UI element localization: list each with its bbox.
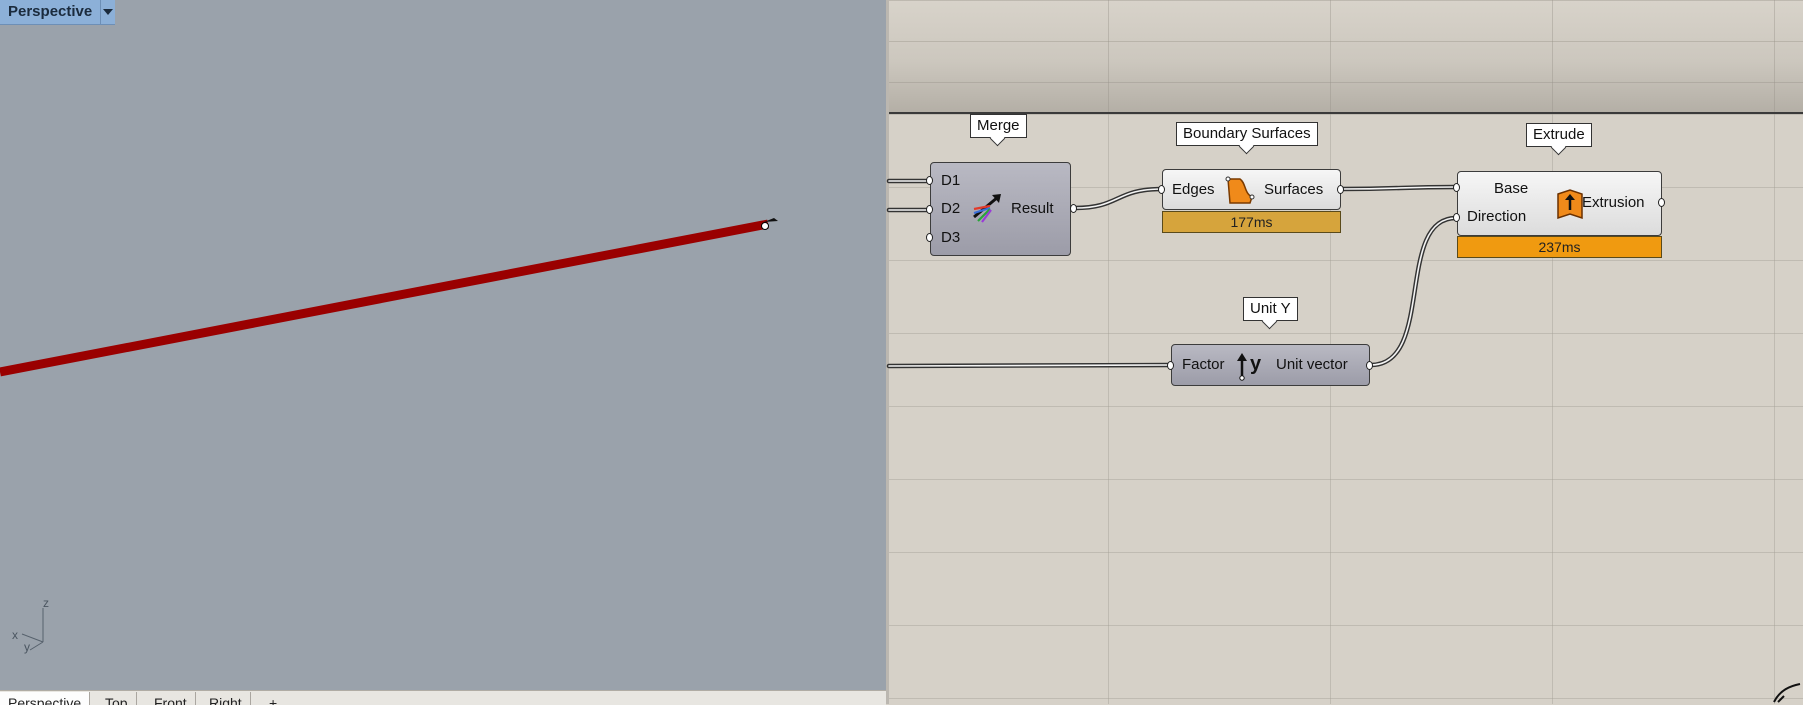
boundary-tag: Boundary Surfaces — [1176, 122, 1318, 146]
merge-icon — [973, 194, 1001, 223]
boundary-surfaces-component[interactable]: Edges Surfaces — [1162, 169, 1341, 210]
merge-output-result: Result — [1011, 200, 1054, 217]
wires-layer — [886, 178, 1459, 369]
merge-port-d3[interactable] — [926, 233, 933, 242]
boundary-surface-icon — [1225, 176, 1255, 204]
merge-input-d1: D1 — [941, 172, 961, 189]
svg-text:y: y — [1250, 353, 1262, 375]
extrude-port-extrusion[interactable] — [1658, 198, 1665, 207]
extrude-timer: 237ms — [1457, 236, 1662, 258]
extrude-icon — [1557, 189, 1583, 220]
unity-port-unit-vector[interactable] — [1366, 361, 1373, 370]
extrude-port-base[interactable] — [1453, 183, 1460, 192]
boundary-port-surfaces[interactable] — [1337, 185, 1344, 194]
boundary-input-edges: Edges — [1172, 181, 1215, 198]
unit-y-icon: y — [1237, 353, 1262, 381]
extrude-input-base: Base — [1494, 180, 1529, 197]
unity-port-factor[interactable] — [1167, 361, 1174, 370]
unity-output-unit-vector: Unit vector — [1276, 356, 1348, 373]
extrude-tag: Extrude — [1526, 123, 1592, 147]
merge-port-result[interactable] — [1070, 204, 1077, 213]
merge-input-d3: D3 — [941, 229, 961, 246]
extrude-input-direction: Direction — [1467, 208, 1527, 225]
unity-tag: Unit Y — [1243, 297, 1298, 321]
boundary-output-surfaces: Surfaces — [1264, 181, 1324, 198]
extrude-port-direction[interactable] — [1453, 213, 1460, 222]
unity-input-factor: Factor — [1182, 356, 1225, 373]
boundary-timer: 177ms — [1162, 211, 1341, 233]
wire-unity-direction — [1368, 215, 1459, 368]
canvas-corner-widget-icon[interactable] — [1770, 680, 1803, 704]
extrude-component[interactable]: Base Direction Extrusion — [1457, 171, 1662, 236]
merge-port-d2[interactable] — [926, 205, 933, 214]
unit-y-component[interactable]: Factor y Unit vector — [1171, 344, 1370, 386]
merge-tag: Merge — [970, 114, 1027, 138]
boundary-port-edges[interactable] — [1158, 185, 1165, 194]
merge-port-d1[interactable] — [926, 176, 933, 185]
extrude-output-extrusion: Extrusion — [1582, 194, 1645, 211]
merge-component[interactable]: D1 D2 D3 Result — [930, 162, 1071, 256]
merge-input-d2: D2 — [941, 200, 961, 217]
